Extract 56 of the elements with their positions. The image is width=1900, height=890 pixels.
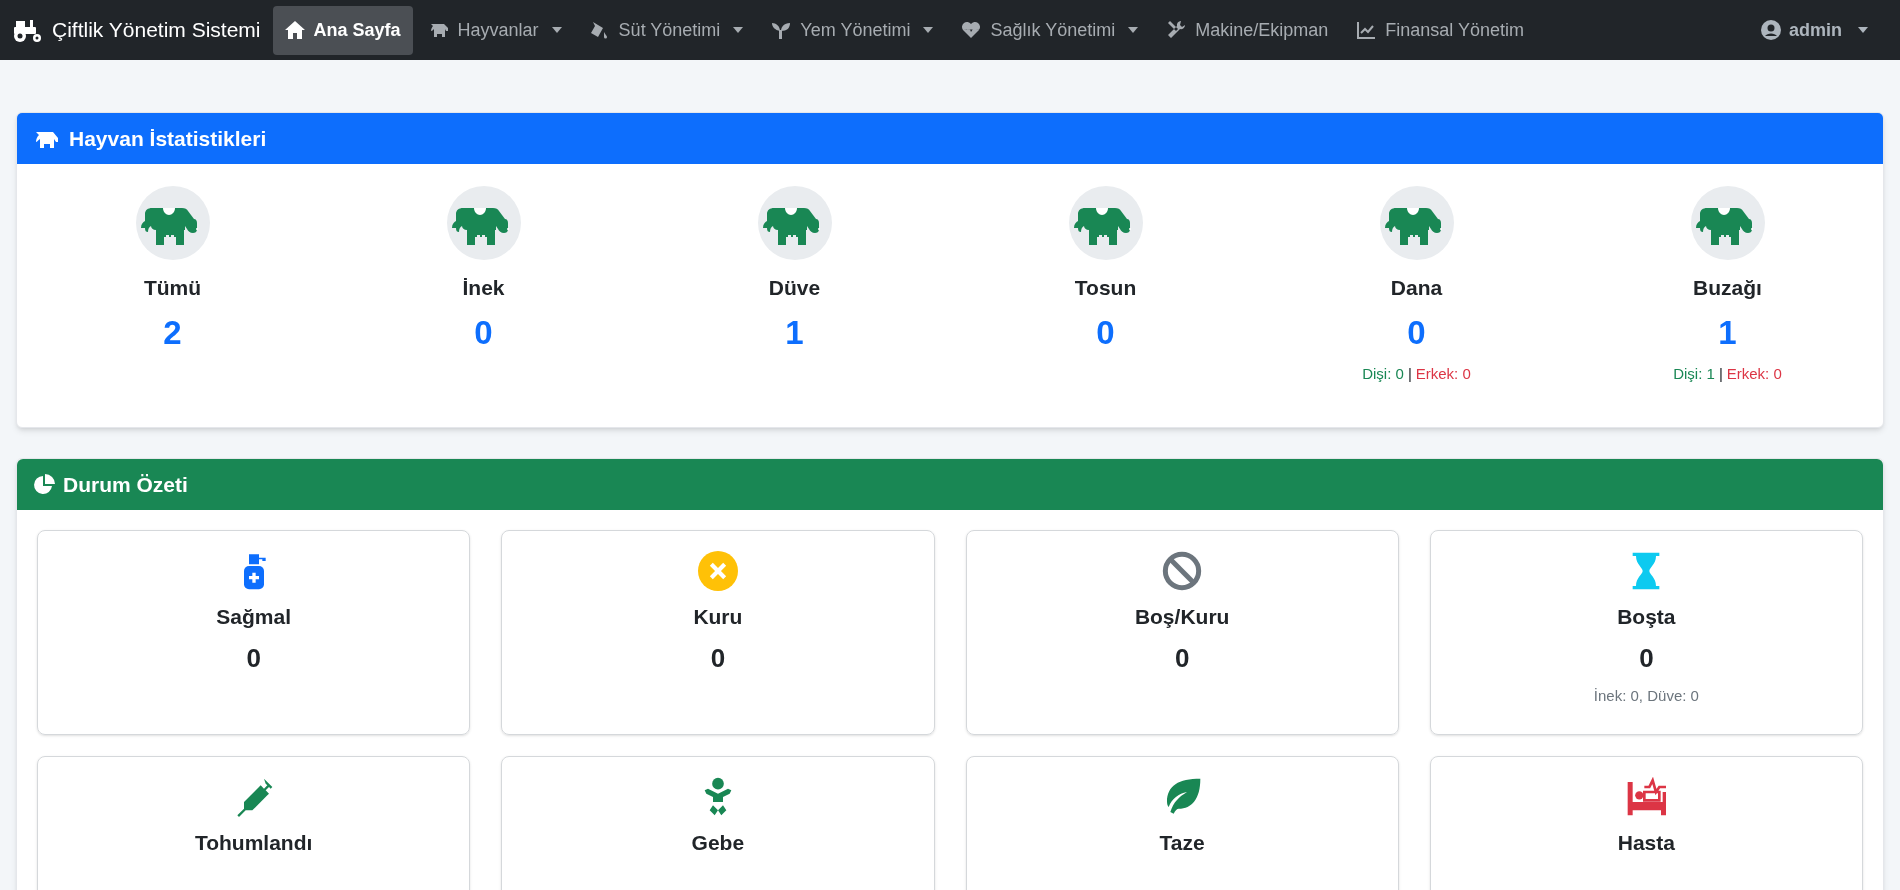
status-value: 0	[1639, 644, 1654, 671]
caret-icon	[551, 27, 562, 33]
stat-label: İnek	[462, 275, 505, 301]
stat-label: Düve	[768, 275, 821, 301]
stat-label: Tosun	[1074, 275, 1137, 301]
nav-link[interactable]: Sağlık Yönetimi	[949, 5, 1151, 55]
stat-value: 0	[474, 315, 493, 349]
stat-label: Buzağı	[1693, 275, 1762, 301]
status-value: 0	[1174, 644, 1190, 671]
tractor-icon	[12, 17, 44, 43]
wrench-screwdriver-icon	[1166, 20, 1187, 40]
paint-bucket-icon	[589, 20, 610, 40]
status-note: İnek: 0, Düve: 0	[1593, 685, 1699, 706]
stat-value: 1	[785, 315, 804, 349]
status-value: 0	[710, 644, 726, 671]
heartbeat-icon	[961, 20, 982, 40]
status-label: Taze	[1159, 830, 1205, 856]
caret-icon	[733, 27, 744, 33]
nav-link[interactable]: Makine/Ekipman	[1154, 5, 1341, 55]
stat-label: Dana	[1390, 275, 1443, 301]
line-chart-icon	[1356, 20, 1377, 40]
status-label: Tohumlandı	[194, 830, 313, 856]
status-label: Boş/Kuru	[1134, 604, 1230, 630]
pie-chart-icon	[33, 473, 55, 496]
nav-link[interactable]: Yem Yönetimi	[759, 5, 946, 55]
user-menu[interactable]: admin	[1753, 16, 1876, 44]
separator: |	[1407, 363, 1412, 384]
home-icon	[284, 20, 305, 40]
stat-label: Tümü	[143, 275, 202, 301]
male-count: Erkek: 0	[1415, 363, 1471, 384]
male-count: Erkek: 0	[1726, 363, 1782, 384]
status-label: Hasta	[1617, 830, 1675, 856]
stat-value: 0	[1096, 315, 1115, 349]
caret-icon	[923, 27, 934, 33]
user-circle-icon	[1761, 20, 1781, 40]
female-count: Dişi: 0	[1362, 363, 1404, 384]
nav-link[interactable]: Ana Sayfa	[272, 5, 413, 55]
female-count: Dişi: 1	[1673, 363, 1715, 384]
stat-value: 0	[1407, 315, 1426, 349]
caret-icon	[1128, 27, 1139, 33]
status-label: Kuru	[693, 604, 743, 630]
nav-link[interactable]: Finansal Yönetim	[1344, 5, 1536, 55]
stat-value: 1	[1718, 315, 1737, 349]
sprout-icon	[771, 20, 792, 40]
nav-link[interactable]: Hayvanlar	[416, 5, 574, 55]
card-title: Durum Özeti	[63, 471, 188, 498]
status-label: Boşta	[1617, 604, 1676, 630]
stat-value: 2	[163, 315, 182, 349]
status-label: Sağmal	[216, 604, 291, 630]
status-value: 0	[246, 644, 261, 671]
separator: |	[1718, 363, 1723, 384]
caret-icon	[1858, 27, 1868, 33]
status-label: Gebe	[691, 830, 745, 856]
card-title: Hayvan İstatistikleri	[69, 125, 267, 152]
brand-link[interactable]: Çiftlik Yönetim Sistemi	[52, 14, 261, 46]
nav-link[interactable]: Süt Yönetimi	[577, 5, 756, 55]
